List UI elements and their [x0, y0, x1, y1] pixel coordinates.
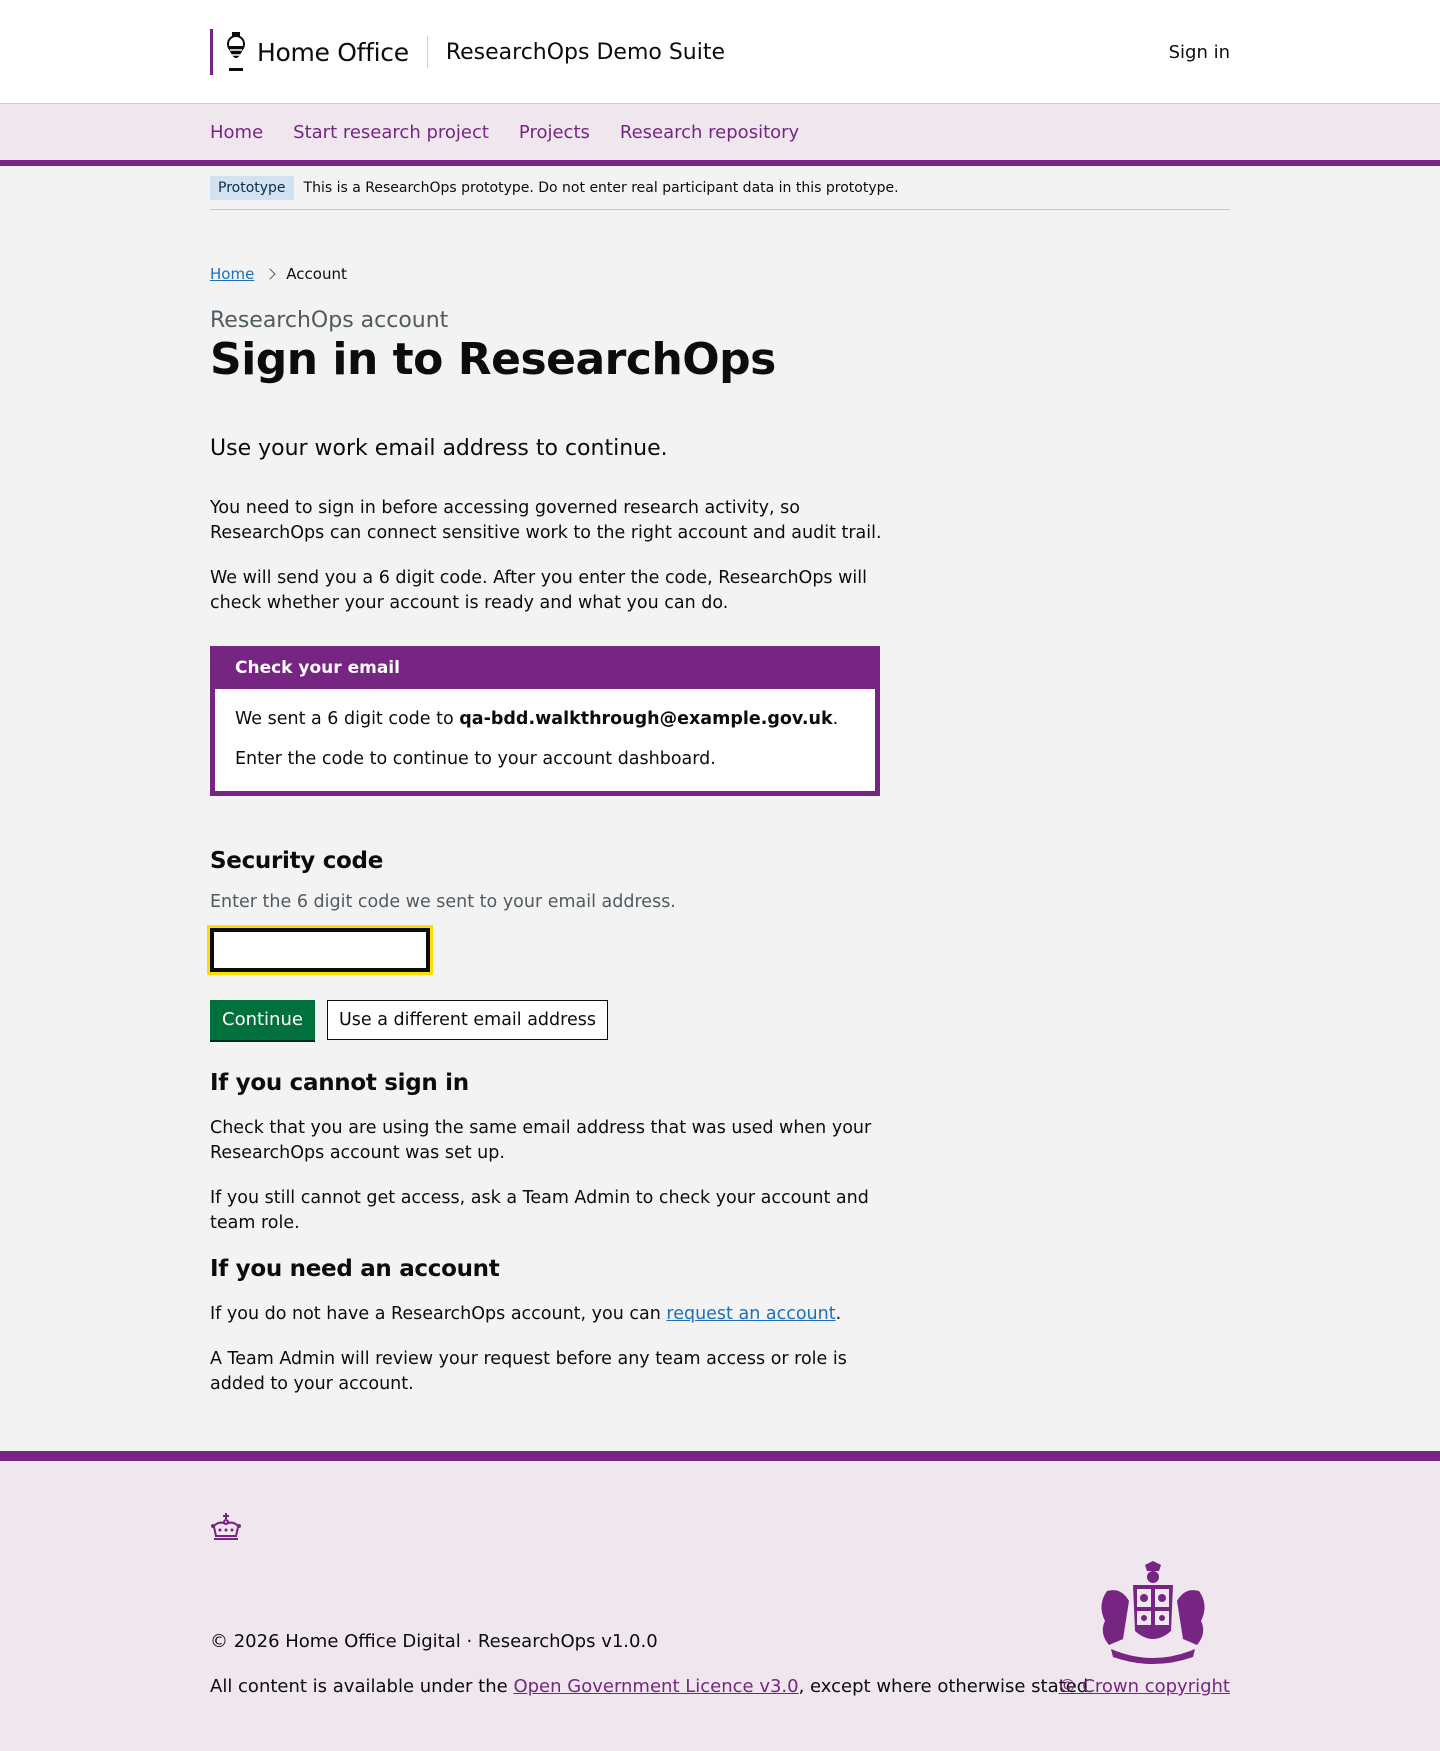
footer-copyright: © 2026 Home Office Digital · ResearchOps…	[210, 1631, 658, 1652]
site-header: Home Office ResearchOps Demo Suite Sign …	[0, 0, 1440, 104]
phase-banner-text: This is a ResearchOps prototype. Do not …	[303, 179, 899, 196]
crown-copyright-link[interactable]: © Crown copyright	[1059, 1676, 1230, 1697]
licence-suffix: , except where otherwise stated	[798, 1676, 1089, 1697]
intro-paragraph-2: We will send you a 6 digit code. After y…	[210, 567, 868, 613]
brand-name: Home Office	[257, 37, 409, 67]
breadcrumb-current: Account	[286, 265, 347, 283]
nav-item-start-research-project[interactable]: Start research project	[293, 122, 489, 143]
footer-licence: All content is available under the Open …	[210, 1676, 1088, 1697]
request-account-link[interactable]: request an account	[666, 1304, 835, 1324]
breadcrumb: Home Account	[210, 265, 900, 283]
phase-banner: Prototype This is a ResearchOps prototyp…	[210, 166, 1230, 210]
nav-item-home[interactable]: Home	[210, 122, 263, 143]
header-inner: Home Office ResearchOps Demo Suite Sign …	[210, 0, 1230, 104]
need-account-suffix: .	[835, 1303, 842, 1324]
cannot-sign-in-paragraph-1: Check that you are using the same email …	[210, 1117, 872, 1163]
phase-tag: Prototype	[210, 175, 294, 200]
notification-prefix: We sent a 6 digit code to	[235, 708, 460, 729]
page-title: Sign in to ResearchOps	[210, 334, 776, 385]
header-sign-in-link[interactable]: Sign in	[1169, 42, 1230, 63]
nav-item-projects[interactable]: Projects	[519, 122, 590, 143]
breadcrumb-home-link[interactable]: Home	[210, 265, 254, 283]
continue-button[interactable]: Continue	[210, 999, 315, 1040]
header-separator	[426, 36, 428, 68]
security-code-label: Security code	[210, 847, 383, 874]
home-office-logo-link[interactable]: Home Office	[210, 29, 409, 75]
check-email-notification: Check your email We sent a 6 digit code …	[210, 645, 880, 796]
open-government-licence-link[interactable]: Open Government Licence v3.0	[513, 1676, 798, 1697]
different-email-button[interactable]: Use a different email address	[326, 999, 608, 1040]
notification-line-2: Enter the code to continue to your accou…	[235, 748, 716, 769]
home-office-crest-icon	[227, 32, 245, 71]
button-group: Continue Use a different email address	[210, 999, 900, 1040]
cannot-sign-in-paragraph-2: If you still cannot get access, ask a Te…	[210, 1187, 869, 1233]
chevron-right-icon	[264, 268, 276, 280]
site-footer: © 2026 Home Office Digital · ResearchOps…	[0, 1451, 1440, 1751]
need-account-paragraph-1: If you do not have a ResearchOps account…	[210, 1302, 900, 1327]
intro-paragraph-1: You need to sign in before accessing gov…	[210, 497, 882, 543]
licence-prefix: All content is available under the	[210, 1676, 514, 1697]
service-name[interactable]: ResearchOps Demo Suite	[446, 40, 725, 65]
security-code-input[interactable]	[207, 924, 433, 975]
security-code-hint: Enter the 6 digit code we sent to your e…	[210, 891, 676, 912]
page-caption: ResearchOps account	[210, 308, 449, 333]
lead-paragraph: Use your work email address to continue.	[210, 435, 668, 461]
royal-coat-of-arms-icon	[1101, 1561, 1205, 1664]
need-account-heading: If you need an account	[210, 1255, 500, 1282]
notification-suffix: .	[832, 708, 839, 729]
nav-items: Home Start research project Projects Res…	[210, 104, 799, 160]
notification-body: We sent a 6 digit code to qa-bdd.walkthr…	[215, 688, 875, 791]
crown-icon	[211, 1513, 241, 1540]
need-account-paragraph-2: A Team Admin will review your request be…	[210, 1348, 847, 1394]
nav-item-research-repository[interactable]: Research repository	[620, 122, 799, 143]
notification-email: qa-bdd.walkthrough@example.gov.uk	[459, 708, 833, 729]
cannot-sign-in-heading: If you cannot sign in	[210, 1069, 469, 1096]
notification-title: Check your email	[215, 650, 875, 689]
need-account-prefix: If you do not have a ResearchOps account…	[210, 1303, 667, 1324]
notification-line-1: We sent a 6 digit code to qa-bdd.walkthr…	[235, 709, 855, 729]
main-content: Home Account ResearchOps account Sign in…	[207, 265, 900, 1397]
